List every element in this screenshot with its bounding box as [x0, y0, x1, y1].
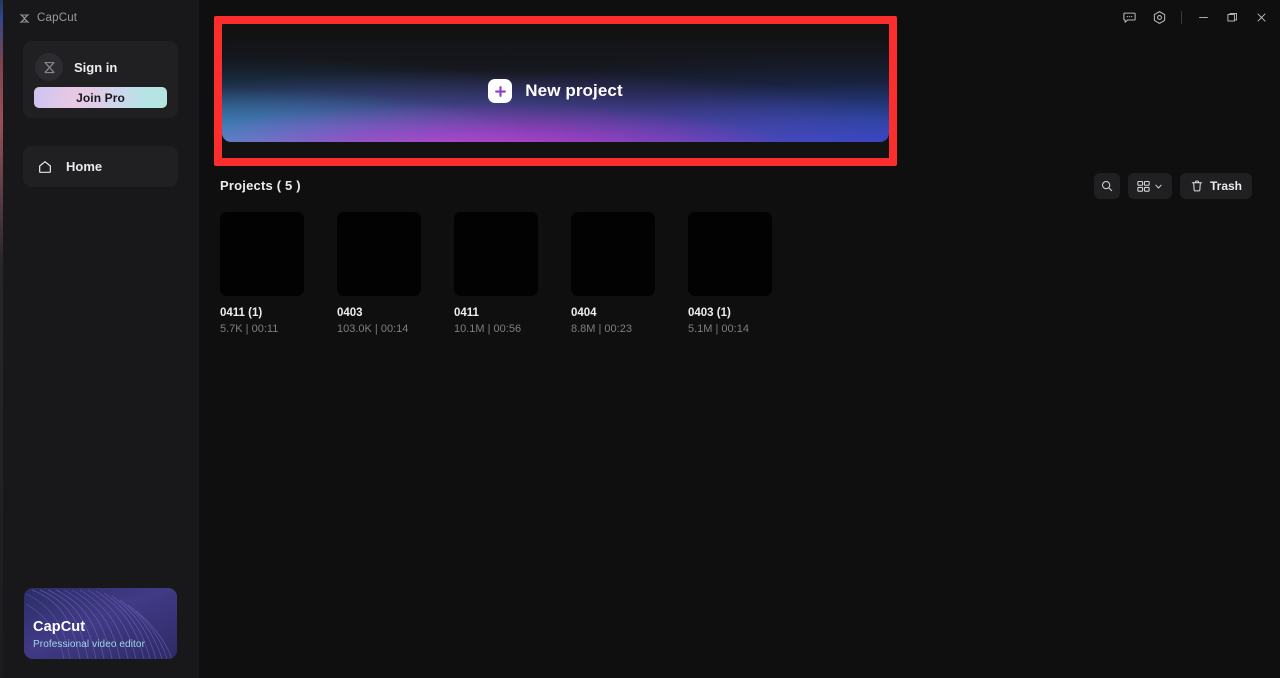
- sidebar: CapCut Sign in Join Pro Home CapCut Prof…: [0, 0, 200, 678]
- app-brand: CapCut: [18, 10, 77, 26]
- home-icon: [39, 160, 51, 173]
- app-brand-label: CapCut: [37, 12, 78, 24]
- promo-title: CapCut: [33, 619, 86, 635]
- new-project-banner-area: New project: [222, 24, 889, 158]
- settings-button[interactable]: [1144, 2, 1174, 32]
- feedback-icon: [1122, 12, 1136, 23]
- capcut-window: CapCut Sign in Join Pro Home CapCut Prof…: [0, 0, 1280, 678]
- capcut-logo-icon: [19, 13, 30, 23]
- window-titlebar-controls: [1114, 0, 1280, 34]
- project-meta: 8.8M | 00:23: [571, 323, 632, 335]
- project-meta: 103.0K | 00:14: [337, 323, 409, 335]
- project-thumbnail[interactable]: [571, 212, 655, 296]
- trash-icon: [1191, 180, 1203, 192]
- projects-count-title: Projects ( 5 ): [220, 178, 301, 193]
- promo-subtitle: Professional video editor: [33, 639, 146, 650]
- project-card[interactable]: 0403 103.0K | 00:14: [337, 212, 421, 335]
- main-content: New project Projects ( 5 ) Trash 0411 (1…: [200, 0, 1280, 678]
- window-edge-accent: [0, 0, 3, 678]
- search-icon: [1101, 180, 1113, 192]
- project-meta: 5.1M | 00:14: [688, 323, 749, 335]
- settings-gear-icon: [1153, 10, 1165, 24]
- project-name: 0403: [337, 307, 363, 319]
- close-button[interactable]: [1247, 2, 1276, 32]
- sidebar-item-home[interactable]: Home: [23, 146, 178, 187]
- project-card[interactable]: 0404 8.8M | 00:23: [571, 212, 655, 335]
- titlebar-divider: [1181, 10, 1182, 24]
- close-icon: [1257, 12, 1266, 22]
- project-name: 0404: [571, 307, 597, 319]
- chevron-down-icon: [1155, 184, 1163, 188]
- capcut-promo-card[interactable]: CapCut Professional video editor: [24, 588, 177, 659]
- sign-in-button[interactable]: Sign in: [35, 53, 117, 81]
- minimize-icon: [1199, 16, 1208, 18]
- project-thumbnail[interactable]: [337, 212, 421, 296]
- grid-view-icon: [1137, 180, 1151, 192]
- project-card[interactable]: 0411 10.1M | 00:56: [454, 212, 538, 335]
- project-card[interactable]: 0411 (1) 5.7K | 00:11: [220, 212, 304, 335]
- project-meta: 5.7K | 00:11: [220, 323, 279, 335]
- view-mode-button[interactable]: [1127, 173, 1172, 199]
- project-thumbnail[interactable]: [688, 212, 772, 296]
- project-name: 0411: [454, 307, 479, 319]
- project-meta: 10.1M | 00:56: [454, 323, 522, 335]
- projects-grid: 0411 (1) 5.7K | 00:11 0403 103.0K | 00:1…: [220, 212, 772, 335]
- maximize-button[interactable]: [1218, 2, 1247, 32]
- projects-header: Projects ( 5 ) Trash: [220, 173, 1266, 199]
- new-project-label: New project: [525, 81, 623, 100]
- project-card[interactable]: 0403 (1) 5.1M | 00:14: [688, 212, 772, 335]
- projects-toolbar: Trash: [1093, 173, 1252, 199]
- plus-icon: [488, 79, 513, 103]
- feedback-button[interactable]: [1114, 2, 1144, 32]
- account-card: Sign in Join Pro: [23, 41, 178, 118]
- project-name: 0403 (1): [688, 307, 731, 319]
- minimize-button[interactable]: [1189, 2, 1218, 32]
- maximize-icon: [1227, 12, 1237, 21]
- search-button[interactable]: [1093, 173, 1120, 199]
- new-project-button[interactable]: New project: [222, 40, 889, 142]
- capcut-avatar-icon: [35, 53, 63, 81]
- trash-button[interactable]: Trash: [1179, 173, 1252, 199]
- sign-in-label: Sign in: [74, 59, 118, 75]
- sidebar-item-home-label: Home: [66, 159, 103, 174]
- project-name: 0411 (1): [220, 307, 263, 319]
- project-thumbnail[interactable]: [454, 212, 538, 296]
- join-pro-button[interactable]: Join Pro: [34, 87, 167, 108]
- project-thumbnail[interactable]: [220, 212, 304, 296]
- trash-label: Trash: [1209, 179, 1242, 193]
